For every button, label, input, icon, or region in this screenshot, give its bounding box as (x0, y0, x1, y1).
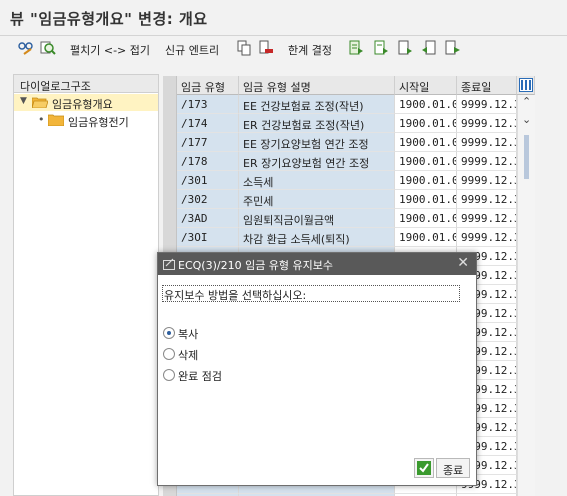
radio-button-copy[interactable] (163, 327, 175, 339)
cell-wage-type[interactable]: /302 (177, 190, 239, 209)
dialog-prompt: 유지보수 방법을 선택하십시오: (162, 285, 460, 302)
cell-wage-type[interactable]: /173 (177, 95, 239, 114)
cell-start[interactable]: 1900.01.01 (395, 190, 457, 209)
cell-start[interactable]: 1900.01.01 (395, 228, 457, 247)
cell-wage-type[interactable]: /301 (177, 171, 239, 190)
previous-entry-icon[interactable] (421, 40, 437, 56)
tree-item-label: 임금유형전기 (68, 116, 129, 129)
cell-start[interactable]: 1900.01.01 (395, 209, 457, 228)
table-row[interactable]: /177EE 장기요양보험 연간 조정1900.01.019999.12.31 (177, 133, 517, 152)
table-row[interactable]: /174ER 건강보험료 조정(작년)1900.01.019999.12.31 (177, 114, 517, 133)
cell-start[interactable]: 1900.01.01 (395, 95, 457, 114)
title-bar: 뷰 "임금유형개요" 변경: 개요 (0, 0, 567, 36)
expand-collapse-button[interactable]: 펼치기 <-> 접기 (70, 42, 150, 58)
dialog-structure-header: 다이얼로그구조 (14, 75, 158, 93)
new-entries-button[interactable]: 신규 엔트리 (165, 42, 219, 58)
cell-desc[interactable]: ER 건강보험료 조정(작년) (239, 114, 395, 133)
scroll-down-icon[interactable]: ⌄ (522, 113, 531, 126)
cell-start[interactable]: 1900.01.01 (395, 114, 457, 133)
cell-desc[interactable]: ER 장기요양보험 연간 조정 (239, 152, 395, 171)
column-header-start-date[interactable]: 시작일 (395, 76, 457, 95)
table-settings-button[interactable] (517, 76, 535, 95)
column-header-end-date[interactable]: 종료일 (457, 76, 517, 95)
dialog-title: ECQ(3)/210 임금 유형 유지보수 (178, 259, 334, 272)
radio-label-completeness-check: 완료 점검 (178, 370, 222, 383)
title-divider (0, 35, 567, 36)
cell-end[interactable]: 9999.12.31 (457, 209, 517, 228)
glasses-pencil-icon[interactable] (18, 40, 34, 56)
application-toolbar: 펼치기 <-> 접기 신규 엔트리 한계 결정 (0, 38, 567, 62)
bullet-icon: • (38, 113, 45, 126)
radio-label-delete: 삭제 (178, 349, 199, 362)
cell-desc[interactable]: 임원퇴직금이월금액 (239, 209, 395, 228)
cell-start[interactable]: 1900.01.01 (395, 171, 457, 190)
dialog-title-bar: ECQ(3)/210 임금 유형 유지보수 ✕ (158, 253, 476, 275)
open-folder-icon (32, 97, 48, 108)
cell-end[interactable]: 9999.12.31 (457, 95, 517, 114)
table-vertical-scrollbar[interactable]: ⌃ ⌄ (517, 95, 535, 496)
cell-end[interactable]: 9999.12.31 (457, 171, 517, 190)
table-row[interactable]: /3OI차감 환급 소득세(퇴직)1900.01.019999.12.31 (177, 228, 517, 247)
tree-item-wage-type-overview[interactable]: ▼ 임금유형개요 (14, 94, 158, 111)
select-block-icon[interactable] (397, 40, 413, 56)
dialog-structure-panel: 다이얼로그구조 ▼ 임금유형개요 • 임금유형전기 (13, 74, 159, 496)
maintenance-dialog: ECQ(3)/210 임금 유형 유지보수 ✕ 유지보수 방법을 선택하십시오:… (157, 252, 477, 486)
confirm-button[interactable] (414, 458, 434, 478)
tree-item-wage-type-posting[interactable]: • 임금유형전기 (14, 112, 158, 129)
cell-desc[interactable]: 차감 환급 소득세(퇴직) (239, 228, 395, 247)
scroll-up-icon[interactable]: ⌃ (522, 95, 531, 108)
radio-button-delete[interactable] (163, 348, 175, 360)
cell-end[interactable]: 9999.12.31 (457, 190, 517, 209)
cell-start[interactable]: 1900.01.01 (395, 133, 457, 152)
next-entry-icon[interactable] (445, 40, 461, 56)
cell-desc[interactable]: 주민세 (239, 190, 395, 209)
cell-wage-type[interactable]: /3AD (177, 209, 239, 228)
column-header-wage-type[interactable]: 임금 유형 (177, 76, 239, 95)
radio-button-completeness-check[interactable] (163, 369, 175, 381)
cell-end[interactable]: 9999.12.31 (457, 152, 517, 171)
chevron-down-icon[interactable]: ▼ (20, 96, 27, 106)
tree-item-label: 임금유형개요 (52, 98, 113, 111)
page-title: 뷰 "임금유형개요" 변경: 개요 (10, 10, 208, 28)
cell-start[interactable]: 1900.01.01 (395, 152, 457, 171)
column-header-description[interactable]: 임금 유형 설명 (239, 76, 395, 95)
close-icon[interactable]: ✕ (457, 255, 469, 271)
deselect-all-icon[interactable] (373, 40, 389, 56)
cell-end[interactable]: 9999.12.31 (457, 114, 517, 133)
cell-desc[interactable]: EE 건강보험료 조정(작년) (239, 95, 395, 114)
exit-button-label: 종료 (443, 464, 464, 477)
table-row[interactable]: /178ER 장기요양보험 연간 조정1900.01.019999.12.31 (177, 152, 517, 171)
table-settings-icon (519, 78, 533, 92)
checkmark-icon (417, 461, 431, 475)
radio-label-copy: 복사 (178, 328, 199, 341)
table-row[interactable]: /173EE 건강보험료 조정(작년)1900.01.019999.12.31 (177, 95, 517, 114)
dialog-structure-title: 다이얼로그구조 (20, 80, 91, 93)
scroll-thumb[interactable] (524, 135, 529, 179)
delete-icon[interactable] (258, 40, 274, 56)
find-icon[interactable] (40, 40, 56, 56)
dialog-body: 유지보수 방법을 선택하십시오: 복사 삭제 완료 점검 종료 (158, 275, 476, 485)
cell-wage-type[interactable]: /3OI (177, 228, 239, 247)
cell-end[interactable]: 9999.12.31 (457, 133, 517, 152)
copy-icon[interactable] (236, 40, 252, 56)
folder-icon (48, 114, 64, 126)
limit-determination-button[interactable]: 한계 결정 (288, 42, 332, 58)
dialog-window-icon (163, 258, 175, 270)
cell-end[interactable]: 9999.12.31 (457, 228, 517, 247)
exit-button[interactable]: 종료 (436, 458, 470, 478)
cell-wage-type[interactable]: /174 (177, 114, 239, 133)
table-row[interactable]: /301소득세1900.01.019999.12.31 (177, 171, 517, 190)
cell-wage-type[interactable]: /177 (177, 133, 239, 152)
cell-desc[interactable]: EE 장기요양보험 연간 조정 (239, 133, 395, 152)
select-all-icon[interactable] (348, 40, 364, 56)
table-row[interactable]: /302주민세1900.01.019999.12.31 (177, 190, 517, 209)
cell-wage-type[interactable]: /178 (177, 152, 239, 171)
cell-desc[interactable]: 소득세 (239, 171, 395, 190)
table-row[interactable]: /3AD임원퇴직금이월금액1900.01.019999.12.31 (177, 209, 517, 228)
